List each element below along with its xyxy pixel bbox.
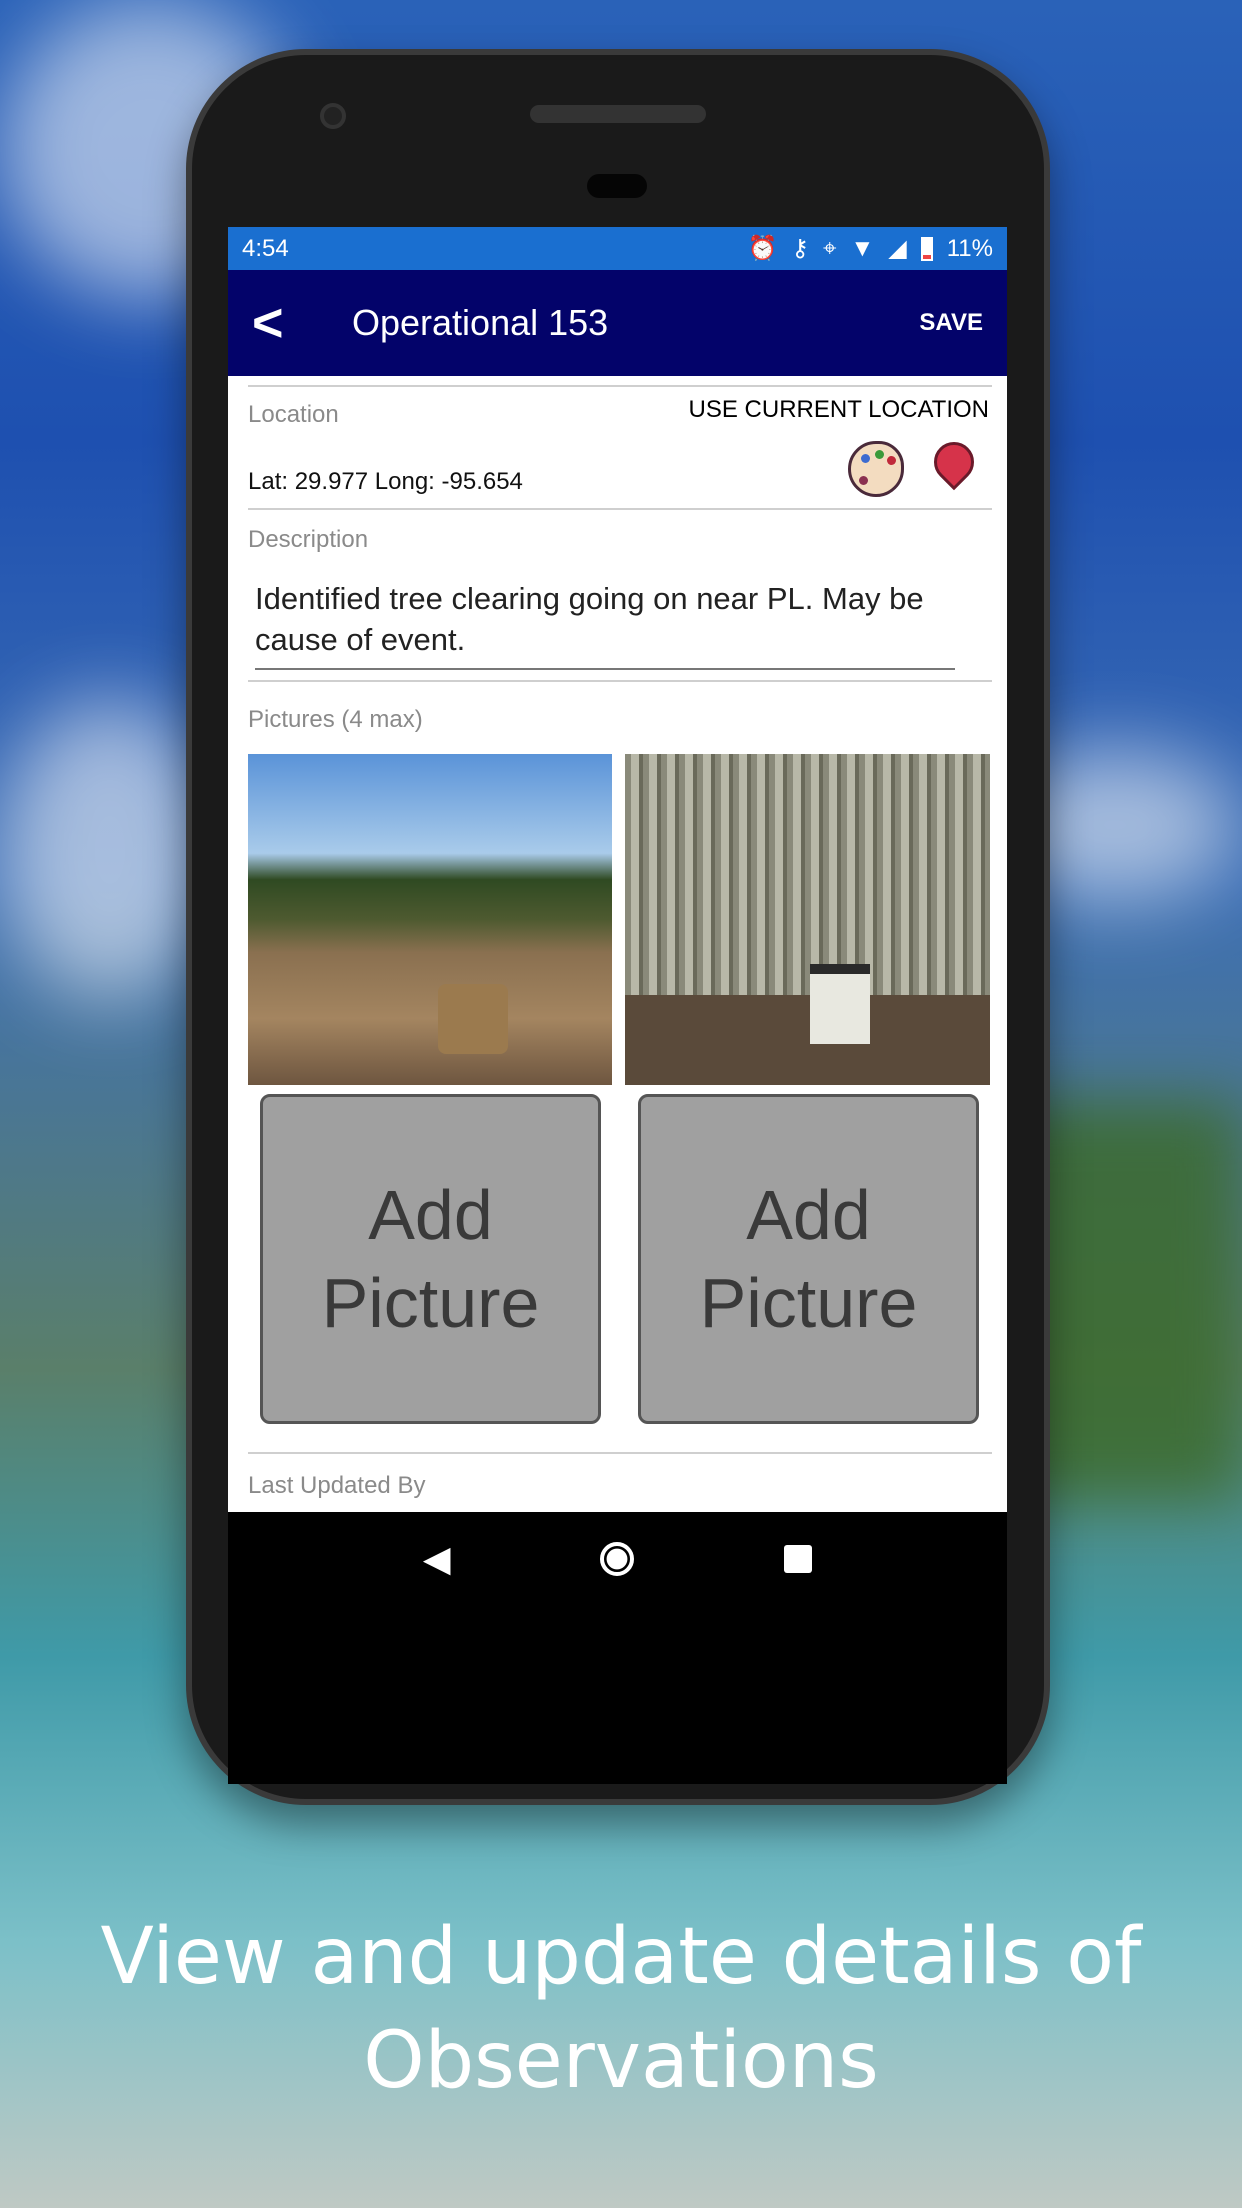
use-current-location-button[interactable]: USE CURRENT LOCATION — [689, 396, 989, 424]
navigation-bar: ◀ — [228, 1512, 1007, 1605]
location-label: Location — [248, 401, 339, 428]
ground — [625, 995, 990, 1085]
location-value: Lat: 29.977 Long: -95.654 — [248, 468, 523, 495]
app-bar: < Operational 153 SAVE — [228, 270, 1007, 376]
picture-thumbnail[interactable] — [625, 754, 990, 1085]
palette-icon[interactable] — [848, 441, 904, 497]
divider — [248, 1452, 992, 1454]
wifi-icon: ▼ — [850, 234, 875, 262]
divider — [248, 680, 992, 682]
vpn-key-icon: ⚷ — [791, 235, 809, 262]
description-input[interactable]: Identified tree clearing going on near P… — [255, 578, 955, 670]
sensor — [587, 174, 647, 198]
speaker — [530, 105, 706, 123]
save-button[interactable]: SAVE — [919, 309, 983, 337]
excavator — [810, 964, 870, 1044]
caption-line: Observations — [363, 2016, 879, 2106]
add-picture-button[interactable]: Add Picture — [638, 1094, 979, 1424]
page-title: Operational 153 — [352, 302, 609, 343]
caption-line: View and update details of — [100, 1912, 1142, 2002]
picture-thumbnail[interactable] — [248, 754, 612, 1085]
map-pin-icon[interactable] — [925, 433, 983, 491]
pictures-label: Pictures (4 max) — [248, 706, 423, 733]
alarm-icon: ⏰ — [747, 235, 778, 262]
chevron-left-icon: < — [252, 293, 284, 353]
home-nav-icon[interactable] — [600, 1541, 635, 1576]
divider — [248, 385, 992, 387]
front-camera — [320, 103, 346, 129]
phone-screen: 4:54 ⏰ ⚷ ⌖ ▼ ◢ 11% < Operational 153 SAV… — [228, 227, 1007, 1784]
recents-nav-icon[interactable] — [784, 1544, 813, 1573]
location-icon: ⌖ — [822, 234, 837, 262]
back-nav-icon[interactable]: ◀ — [423, 1538, 451, 1580]
battery-icon — [920, 236, 933, 261]
last-updated-label: Last Updated By — [248, 1472, 426, 1499]
battery-percent: 11% — [946, 234, 993, 262]
observation-form: Location USE CURRENT LOCATION Lat: 29.97… — [228, 376, 1007, 1512]
signal-icon: ◢ — [888, 235, 907, 262]
status-time: 4:54 — [242, 234, 289, 262]
add-picture-button[interactable]: Add Picture — [260, 1094, 601, 1424]
promo-caption: View and update details of Observations — [0, 1905, 1242, 2113]
status-bar: 4:54 ⏰ ⚷ ⌖ ▼ ◢ 11% — [228, 227, 1007, 270]
divider — [248, 508, 992, 510]
tree-stump — [438, 984, 508, 1054]
description-label: Description — [248, 526, 369, 553]
back-button[interactable]: < — [252, 292, 352, 354]
